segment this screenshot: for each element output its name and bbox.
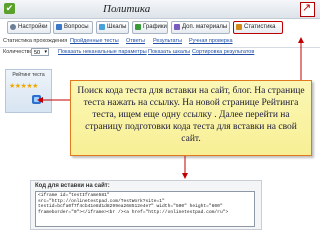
embed-code-textarea[interactable]: <iframe id="testIframe581" src="http://o… (35, 191, 255, 227)
instruction-callout: Поиск кода теста для вставки на сайт, бл… (70, 80, 312, 156)
scale-icon (99, 24, 105, 30)
settings-button[interactable]: Настройки (7, 21, 51, 34)
charts-button-label: Графики (143, 24, 167, 30)
statistics-button[interactable]: Статистика (233, 21, 283, 34)
checkmark-icon: ✔ (4, 3, 15, 14)
tab-manual-check[interactable]: Ручная проверка (189, 38, 233, 44)
questions-button[interactable]: Вопросы (53, 21, 93, 34)
tab-statistics[interactable]: Статистика прохождения (3, 38, 67, 44)
statistics-tabs: Статистика прохождения Пройденные тесты … (0, 37, 320, 48)
embed-code-icon[interactable] (32, 95, 41, 104)
statistics-button-label: Статистика (244, 24, 276, 30)
expand-arrow-icon[interactable] (300, 1, 315, 17)
statistics-icon (236, 24, 242, 30)
show-params-link[interactable]: Показать неканальные параметры (58, 49, 147, 55)
questions-button-label: Вопросы (64, 24, 89, 30)
window-titlebar: ✔ Политика (0, 0, 320, 19)
question-icon (56, 24, 62, 30)
gear-icon (10, 24, 16, 30)
embed-code-label: Код для вставки на сайт: (35, 183, 110, 189)
scales-button[interactable]: Шкалы (96, 21, 129, 34)
sort-results-link[interactable]: Сортировка результатов (192, 49, 254, 55)
rating-stars: ★★★★★ (9, 83, 38, 90)
toolbar: Настройки Вопросы Шкалы Графики Доп. мат… (0, 19, 320, 37)
quantity-row: Количество: 50 Показать неканальные пара… (0, 48, 320, 58)
show-scales-link[interactable]: Показать шкалы (148, 49, 190, 55)
rating-title: Рейтинг теста (12, 72, 45, 78)
quantity-label: Количество: (3, 49, 35, 55)
chart-icon (135, 24, 141, 30)
page-title: Политика (103, 3, 151, 15)
charts-button[interactable]: Графики (132, 21, 168, 34)
tab-results[interactable]: Результаты (153, 38, 182, 44)
embed-code-panel: Код для вставки на сайт: <iframe id="tes… (30, 180, 262, 230)
scales-button-label: Шкалы (107, 24, 127, 30)
extra-materials-button[interactable]: Доп. материалы (171, 21, 230, 34)
book-icon (174, 24, 180, 30)
tab-answers[interactable]: Ответы (126, 38, 145, 44)
extra-materials-button-label: Доп. материалы (182, 24, 228, 30)
settings-button-label: Настройки (18, 24, 48, 30)
tab-passed-tests[interactable]: Пройденные тесты (70, 38, 119, 44)
quantity-select[interactable]: 50 (31, 48, 49, 56)
test-rating-widget: Рейтинг теста ★★★★★ (5, 69, 52, 113)
